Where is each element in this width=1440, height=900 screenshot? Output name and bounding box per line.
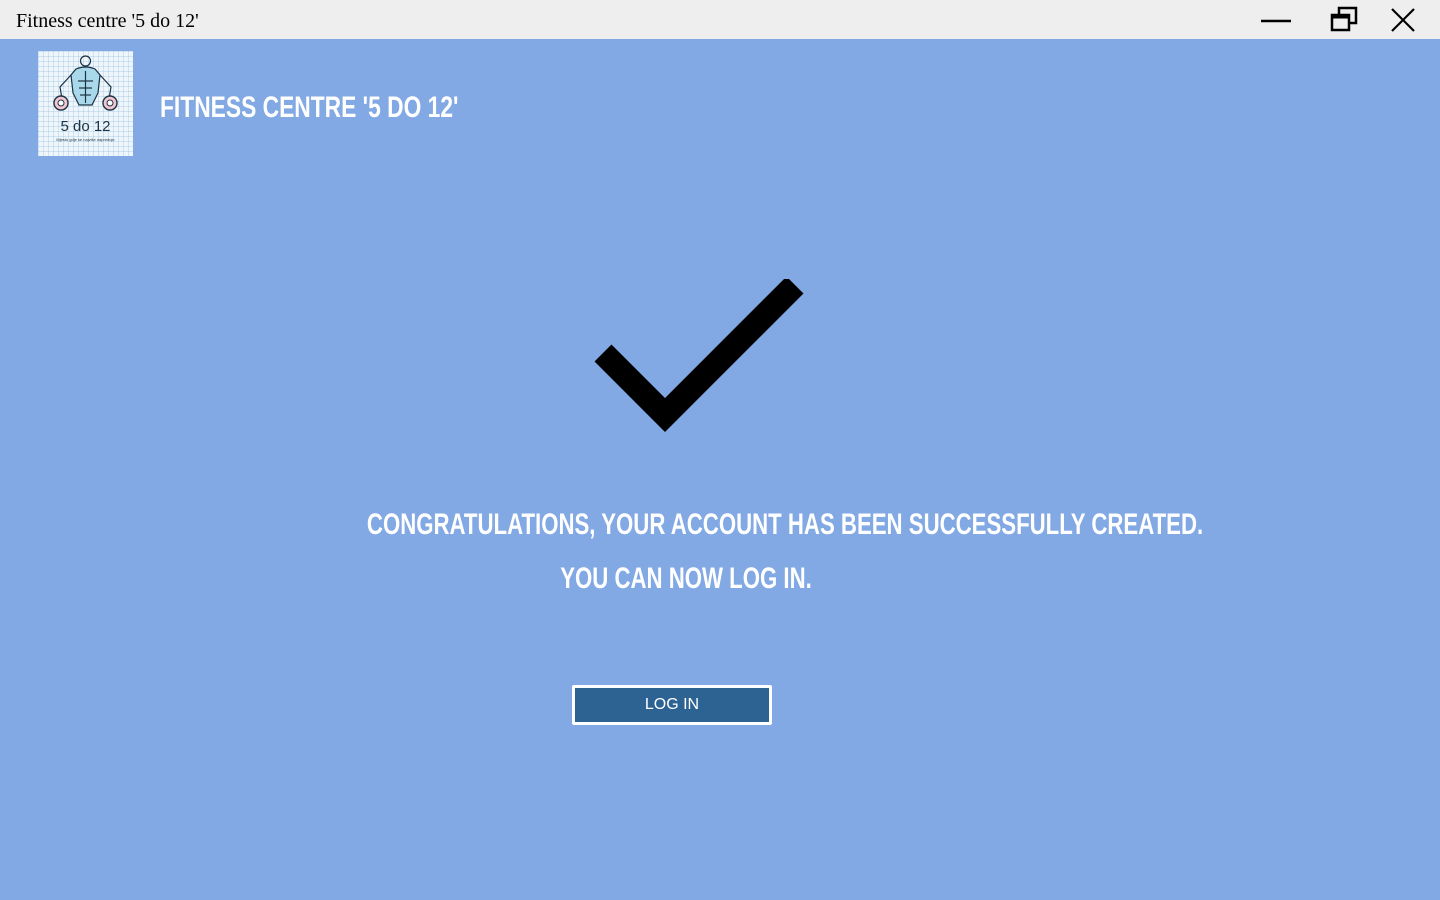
app-title: Fitness centre '5 do 12' xyxy=(160,91,459,124)
login-prompt: You can now log in. xyxy=(186,561,1186,597)
login-button[interactable]: LOG IN xyxy=(572,685,772,725)
window-title: Fitness centre '5 do 12' xyxy=(16,10,199,32)
window-titlebar: Fitness centre '5 do 12' xyxy=(0,0,1440,39)
success-message: Congratulations, your account has been s… xyxy=(220,507,1220,543)
maximize-button[interactable] xyxy=(1316,0,1374,39)
logo-text: 5 do 12 xyxy=(60,118,111,135)
muscle-figure-icon xyxy=(53,55,118,111)
minimize-button[interactable] xyxy=(1247,0,1305,39)
main-content: 5 do 12 Mjesto gdje se najviše napreduje… xyxy=(0,39,1440,900)
close-icon xyxy=(1391,7,1415,32)
minimize-icon xyxy=(1261,19,1291,22)
logo-tagline: Mjesto gdje se najviše napreduje xyxy=(56,137,115,142)
restore-icon xyxy=(1330,6,1358,31)
logo: 5 do 12 Mjesto gdje se najviše napreduje xyxy=(38,51,133,156)
close-button[interactable] xyxy=(1374,0,1432,39)
success-message-line2: You can now log in. xyxy=(560,562,812,595)
checkmark-icon xyxy=(594,279,804,432)
success-message-line1: Congratulations, your account has been s… xyxy=(366,508,1204,541)
